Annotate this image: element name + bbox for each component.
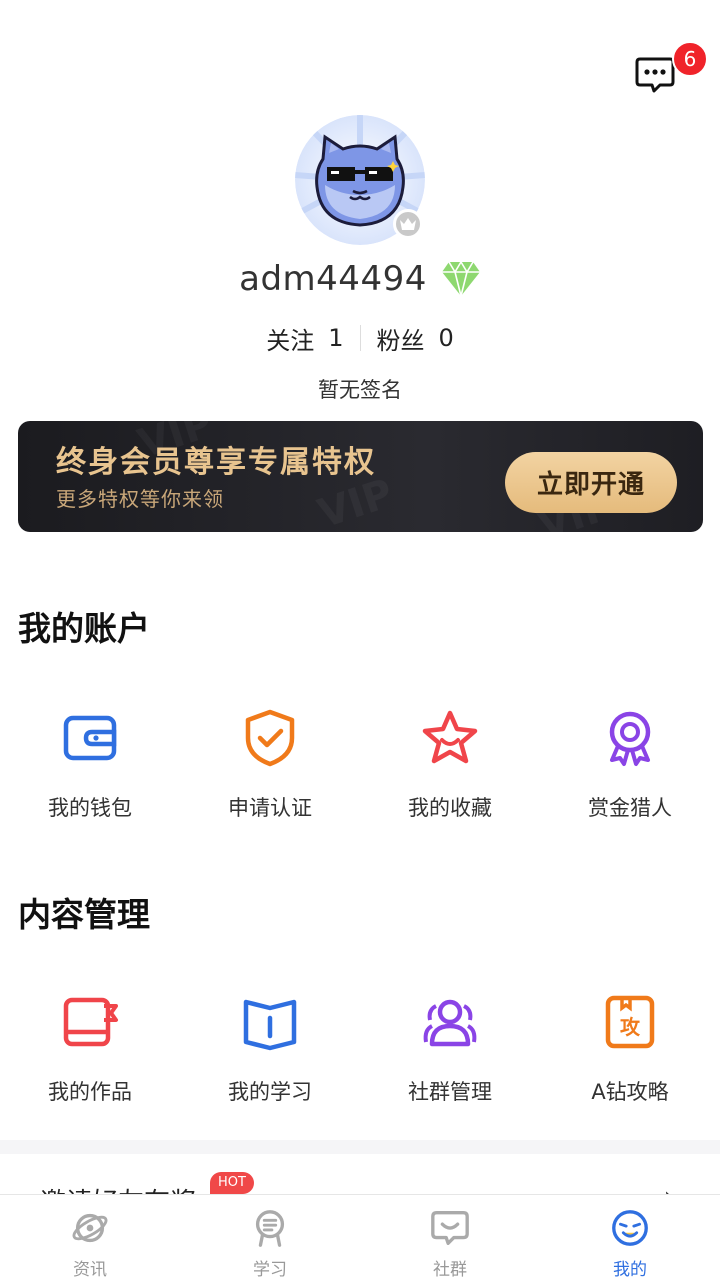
learning-label: 我的学习 xyxy=(228,1080,312,1104)
study-icon xyxy=(255,1210,285,1247)
wallet-entry[interactable]: 我的钱包 xyxy=(0,708,180,822)
section-divider xyxy=(0,1140,720,1154)
vip-title: 终身会员尊享专属特权 xyxy=(56,445,376,480)
community-manage-entry[interactable]: 社群管理 xyxy=(360,992,540,1106)
chat-bubble-icon xyxy=(635,57,675,93)
follow-label: 关注 xyxy=(266,326,315,355)
follow-stat[interactable]: 关注 1 xyxy=(266,321,343,356)
wallet-label: 我的钱包 xyxy=(48,796,132,820)
tab-community-label: 社群 xyxy=(433,1260,467,1280)
guide-entry[interactable]: 攻 A钻攻略 xyxy=(540,992,720,1106)
vip-subtitle: 更多特权等你来领 xyxy=(56,487,224,511)
vip-banner[interactable]: VIP VIP VIP 终身会员尊享专属特权 更多特权等你来领 立即开通 xyxy=(18,421,703,532)
tab-profile[interactable]: 我的 xyxy=(540,1195,720,1280)
crown-badge xyxy=(393,209,423,239)
fans-label: 粉丝 xyxy=(376,326,425,355)
username-row: adm44494 xyxy=(0,254,720,304)
learning-entry[interactable]: 我的学习 xyxy=(180,992,360,1106)
invite-label: 邀请好友有奖 xyxy=(40,1182,196,1194)
community-manage-label: 社群管理 xyxy=(408,1080,492,1104)
tab-news-label: 资讯 xyxy=(73,1260,107,1280)
group-icon xyxy=(423,999,477,1047)
guide-icon: 攻 xyxy=(605,995,655,1049)
bottom-tab-bar: 资讯 学习 社群 我的 xyxy=(0,1194,720,1280)
tab-news[interactable]: 资讯 xyxy=(0,1195,180,1280)
diamond-icon[interactable] xyxy=(441,260,481,298)
book-icon xyxy=(243,999,297,1051)
account-section-title: 我的账户 xyxy=(18,609,150,648)
bounty-hunter-label: 赏金猎人 xyxy=(588,796,672,820)
shield-check-icon xyxy=(245,709,295,767)
fans-stat[interactable]: 粉丝 0 xyxy=(377,321,454,356)
avatar[interactable] xyxy=(295,115,425,245)
divider xyxy=(359,325,361,351)
message-button[interactable] xyxy=(634,56,676,94)
username: adm44494 xyxy=(239,259,427,299)
follow-count: 1 xyxy=(328,324,344,352)
medal-icon xyxy=(609,711,651,766)
news-icon xyxy=(72,1213,108,1243)
message-count-badge: 6 xyxy=(672,41,708,77)
guide-label: A钻攻略 xyxy=(591,1080,669,1104)
bounty-hunter-entry[interactable]: 赏金猎人 xyxy=(540,708,720,822)
profile-icon xyxy=(612,1210,648,1246)
star-icon xyxy=(422,710,478,764)
content-section-title: 内容管理 xyxy=(18,895,150,934)
tab-community[interactable]: 社群 xyxy=(360,1195,540,1280)
tab-profile-label: 我的 xyxy=(613,1260,647,1280)
fans-count: 0 xyxy=(438,324,454,352)
works-label: 我的作品 xyxy=(48,1080,132,1104)
follow-stats: 关注 1 粉丝 0 xyxy=(0,318,720,358)
tab-study-label: 学习 xyxy=(253,1260,287,1280)
chevron-right-icon: › xyxy=(664,1184,673,1194)
signature[interactable]: 暂无签名 xyxy=(0,374,720,404)
hot-badge: HOT xyxy=(210,1172,254,1194)
works-entry[interactable]: 我的作品 xyxy=(0,992,180,1106)
account-grid: 我的钱包 申请认证 我的收藏 赏金猎人 xyxy=(0,708,720,822)
content-grid: 我的作品 我的学习 社群管理 攻 A钻攻略 xyxy=(0,992,720,1106)
favorites-label: 我的收藏 xyxy=(408,796,492,820)
vip-open-button[interactable]: 立即开通 xyxy=(505,452,677,513)
certification-label: 申请认证 xyxy=(228,796,312,820)
svg-text:攻: 攻 xyxy=(620,1015,641,1039)
favorites-entry[interactable]: 我的收藏 xyxy=(360,708,540,822)
invite-row[interactable]: 邀请好友有奖 HOT › xyxy=(0,1154,720,1194)
wallet-icon xyxy=(63,715,117,761)
works-icon xyxy=(63,997,118,1047)
community-icon xyxy=(431,1211,469,1245)
certification-entry[interactable]: 申请认证 xyxy=(180,708,360,822)
crown-icon xyxy=(400,218,416,230)
tab-study[interactable]: 学习 xyxy=(180,1195,360,1280)
